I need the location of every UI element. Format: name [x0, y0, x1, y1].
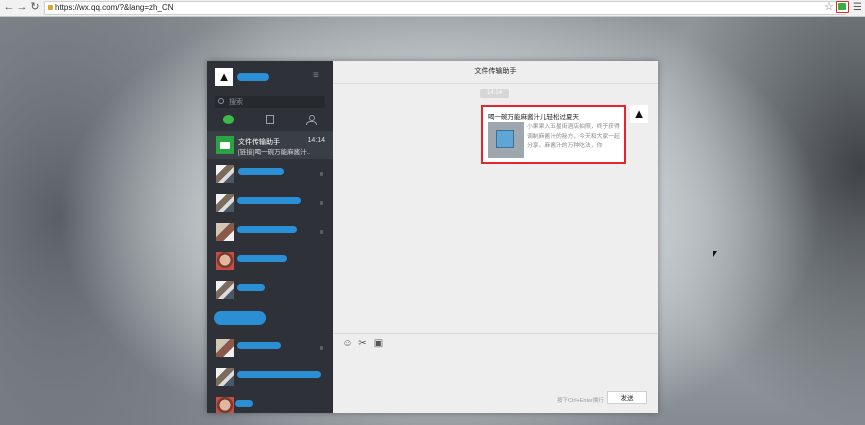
- redacted-name: [237, 255, 287, 262]
- mouse-cursor-icon: [713, 251, 717, 257]
- menu-icon[interactable]: ≡: [313, 70, 319, 81]
- redacted-name: [235, 400, 253, 407]
- arrow-right-icon[interactable]: →: [16, 1, 28, 14]
- chat-item-file-helper[interactable]: 文件传输助手 14:14 [链接]喝一碗万能麻酱汁…: [207, 131, 333, 159]
- list-item[interactable]: [207, 160, 333, 188]
- mute-icon: [320, 230, 323, 234]
- contacts-tab[interactable]: [263, 114, 277, 127]
- wechat-window: ▲ ≡ 文件传输助手 14:14 [链接]喝一碗: [207, 61, 658, 413]
- redacted-username: [237, 73, 269, 81]
- sidebar-tabs: [207, 113, 333, 129]
- mute-icon: [320, 346, 323, 350]
- image-icon: [496, 130, 514, 148]
- avatar: [216, 223, 234, 241]
- avatar: [216, 281, 234, 299]
- star-icon[interactable]: ☆: [824, 1, 834, 14]
- avatar: [216, 165, 234, 183]
- redacted-avatar: [214, 311, 266, 325]
- add-contact-tab[interactable]: [305, 114, 319, 127]
- link-message-card[interactable]: 喝一碗万能麻酱汁儿轻松过夏天 小果果入五星街酒店拍照，终于获得调制麻酱汁的秘方，…: [481, 105, 626, 164]
- redacted-name: [238, 168, 284, 175]
- redacted-name: [237, 342, 281, 349]
- list-item[interactable]: [207, 363, 333, 391]
- search-icon: [218, 98, 224, 104]
- avatar: [216, 397, 234, 413]
- sender-avatar[interactable]: ▲: [630, 105, 648, 123]
- chat-title: 文件传输助手: [333, 61, 658, 84]
- message-thumbnail: [488, 122, 524, 158]
- list-item[interactable]: [207, 305, 333, 333]
- time-badge: 14:14: [480, 89, 509, 98]
- avatar: [216, 252, 234, 270]
- chat-pane: 文件传输助手 14:14 ▲ 喝一碗万能麻酱汁儿轻松过夏天 小果果入五星街酒店拍…: [333, 61, 658, 413]
- redacted-name: [237, 371, 321, 378]
- mute-icon: [320, 172, 323, 176]
- search-input[interactable]: [229, 96, 319, 108]
- input-toolbar: ☺ ✂ ▣: [333, 333, 658, 354]
- contacts-icon: [266, 115, 274, 124]
- url-text: https://wx.qq.com/?&lang=zh_CN: [55, 3, 174, 12]
- chat-icon: [223, 115, 234, 124]
- list-item[interactable]: [207, 392, 333, 413]
- emoji-icon[interactable]: ☺: [342, 338, 353, 349]
- lock-icon: [48, 5, 53, 10]
- address-bar[interactable]: https://wx.qq.com/?&lang=zh_CN: [44, 1, 846, 15]
- profile-header: ▲ ≡: [207, 61, 333, 93]
- send-button[interactable]: 发送: [607, 391, 647, 404]
- search-box[interactable]: [215, 96, 325, 108]
- redacted-name: [237, 197, 301, 204]
- user-avatar[interactable]: ▲: [215, 68, 233, 86]
- wechat-extension-button[interactable]: [836, 1, 849, 13]
- list-item[interactable]: [207, 247, 333, 275]
- chat-item-preview: [链接]喝一碗万能麻酱汁…: [238, 149, 310, 156]
- hamburger-menu-icon[interactable]: ☰: [853, 1, 862, 14]
- screenshot-icon[interactable]: ✂: [357, 338, 368, 349]
- reload-icon[interactable]: ↻: [29, 1, 41, 14]
- browser-toolbar: ← → ↻ https://wx.qq.com/?&lang=zh_CN ☆ ☰: [0, 0, 865, 17]
- list-item[interactable]: [207, 276, 333, 304]
- redacted-name: [237, 226, 297, 233]
- chat-item-time: 14:14: [307, 137, 325, 144]
- list-item[interactable]: [207, 334, 333, 362]
- avatar: [216, 194, 234, 212]
- sidebar: ▲ ≡ 文件传输助手 14:14 [链接]喝一碗: [207, 61, 333, 413]
- extension-icon: [838, 3, 846, 10]
- message-title: 喝一碗万能麻酱汁儿轻松过夏天: [488, 114, 579, 121]
- list-item[interactable]: [207, 189, 333, 217]
- arrow-left-icon[interactable]: ←: [3, 1, 15, 14]
- mute-icon: [320, 201, 323, 205]
- redacted-name: [237, 284, 265, 291]
- send-hint: 按下Ctrl+Enter换行: [557, 398, 604, 404]
- avatar: [216, 339, 234, 357]
- message-description: 小果果入五星街酒店拍照，终于获得调制麻酱汁的秘方，今天和大家一起分享。麻酱汁的万…: [527, 124, 620, 149]
- chat-tab[interactable]: [221, 114, 235, 127]
- list-item[interactable]: [207, 218, 333, 246]
- folder-icon[interactable]: ▣: [373, 338, 384, 349]
- avatar: [216, 368, 234, 386]
- file-transfer-icon: [216, 136, 234, 154]
